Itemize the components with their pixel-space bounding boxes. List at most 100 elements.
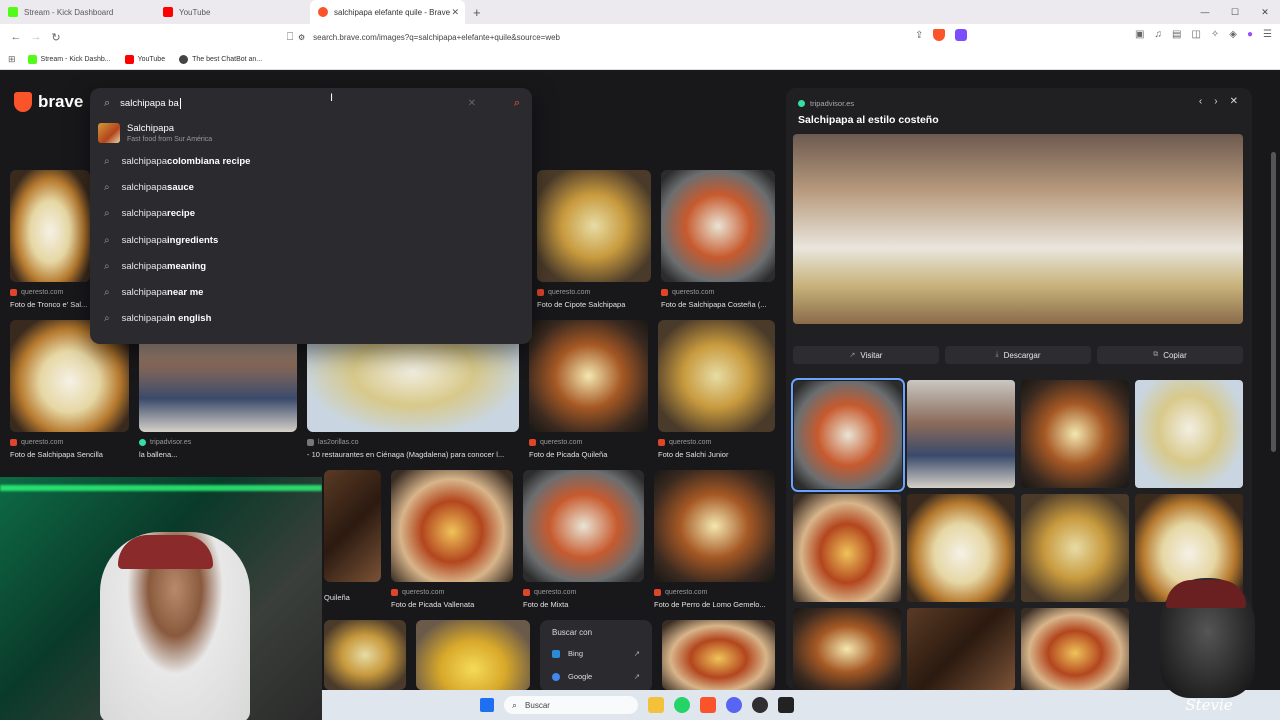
search-with-google[interactable]: Google ↗ bbox=[552, 672, 640, 681]
image-result[interactable] bbox=[662, 620, 775, 690]
image-result[interactable] bbox=[416, 620, 530, 690]
queresto-favicon-icon bbox=[654, 589, 661, 596]
clear-icon[interactable]: ✕ bbox=[468, 98, 476, 109]
tab-youtube[interactable]: YouTube bbox=[155, 0, 310, 24]
image-result[interactable]: queresto.com Foto de Cipote Salchipapa bbox=[537, 170, 651, 309]
reload-icon[interactable]: ↻ bbox=[46, 31, 66, 44]
maximize-icon[interactable]: ☐ bbox=[1220, 0, 1250, 24]
leo-icon[interactable]: ● bbox=[1247, 29, 1253, 40]
wallet-icon[interactable]: ◫ bbox=[1191, 29, 1200, 40]
whatsapp-icon[interactable] bbox=[674, 697, 690, 713]
related-thumbnail[interactable] bbox=[907, 380, 1015, 488]
related-thumbnail[interactable] bbox=[1135, 380, 1243, 488]
visit-button[interactable]: ↗ Visitar bbox=[793, 346, 939, 364]
close-window-icon[interactable]: ✕ bbox=[1250, 0, 1280, 24]
copy-button[interactable]: ⧉ Copiar bbox=[1097, 346, 1243, 364]
extensions-icon[interactable]: ✧ bbox=[1211, 29, 1219, 40]
image-result[interactable]: Quileña bbox=[324, 470, 381, 602]
image-result[interactable]: queresto.com Foto de Salchi Junior bbox=[658, 320, 775, 459]
related-thumbnail[interactable] bbox=[907, 494, 1015, 602]
minimize-icon[interactable]: — bbox=[1190, 0, 1220, 24]
share-icon[interactable]: ⇪ bbox=[915, 30, 923, 41]
suggestion-item[interactable]: ⌕ salchipapa colombiana recipe bbox=[90, 148, 532, 174]
suggestion-item[interactable]: ⌕ salchipapa near me bbox=[90, 279, 532, 305]
viewer-source[interactable]: tripadvisor.es bbox=[798, 99, 854, 108]
image-result[interactable]: queresto.com Foto de Picada Quileña bbox=[529, 320, 648, 459]
url-field[interactable]: ⚙ search.brave.com/images?q=salchipapa+e… bbox=[298, 27, 978, 47]
suggestion-completion: sauce bbox=[167, 181, 194, 193]
open-arrow-icon: ↗ bbox=[633, 649, 640, 658]
result-caption: Foto de Tronco e' Sal... bbox=[10, 300, 88, 309]
image-result[interactable] bbox=[324, 620, 406, 690]
bookmark-chatbot[interactable]: The best ChatBot an... bbox=[179, 55, 262, 64]
site-info-icon[interactable]: ⚙ bbox=[298, 33, 305, 42]
music-icon[interactable]: ♫ bbox=[1154, 29, 1162, 40]
related-thumbnail[interactable] bbox=[791, 378, 905, 492]
suggestion-item[interactable]: ⌕ salchipapa in english bbox=[90, 306, 532, 332]
suggestion-item[interactable]: ⌕ salchipapa meaning bbox=[90, 253, 532, 279]
brave-shields-icon[interactable] bbox=[933, 29, 946, 41]
image-result[interactable]: queresto.com Foto de Salchipapa Costeña … bbox=[661, 170, 775, 309]
tab-brave-search[interactable]: salchipapa elefante quile - Brave ✕ bbox=[310, 0, 465, 24]
suggestion-rich-salchipapa[interactable]: Salchipapa Fast food from Sur América bbox=[90, 118, 532, 148]
back-icon[interactable]: ← bbox=[6, 31, 26, 43]
search-with-bing[interactable]: Bing ↗ bbox=[552, 649, 640, 658]
viewer-main-image[interactable] bbox=[793, 134, 1243, 324]
obs-icon[interactable] bbox=[752, 697, 768, 713]
page-scrollbar[interactable] bbox=[1271, 152, 1276, 452]
related-thumbnail[interactable] bbox=[1021, 494, 1129, 602]
windows-start-icon[interactable] bbox=[480, 698, 494, 712]
text-caret bbox=[179, 97, 181, 109]
image-result[interactable]: queresto.com Foto de Mixta bbox=[523, 470, 644, 609]
close-viewer-icon[interactable]: ✕ bbox=[1230, 96, 1238, 107]
brave-rewards-icon[interactable] bbox=[955, 29, 968, 41]
suggestion-item[interactable]: ⌕ salchipapa ingredients bbox=[90, 227, 532, 253]
next-icon[interactable]: › bbox=[1214, 96, 1217, 107]
related-thumbnail[interactable] bbox=[907, 608, 1015, 690]
tab-close-icon[interactable]: ✕ bbox=[451, 7, 459, 18]
taskbar-search[interactable]: ⌕ Buscar bbox=[504, 696, 638, 714]
related-thumbnail[interactable] bbox=[1021, 608, 1129, 690]
related-thumbnail[interactable] bbox=[793, 608, 901, 690]
new-tab-icon[interactable]: + bbox=[473, 5, 481, 20]
youtube-favicon-icon bbox=[163, 7, 173, 17]
file-explorer-icon[interactable] bbox=[648, 697, 664, 713]
menu-icon[interactable]: ☰ bbox=[1263, 29, 1272, 40]
bookmark-youtube[interactable]: YouTube bbox=[124, 55, 165, 64]
reading-list-icon[interactable]: ▤ bbox=[1172, 29, 1181, 40]
bookmarks-bar: ⊞ Stream - Kick Dashb... YouTube The bes… bbox=[0, 50, 1280, 70]
previous-icon[interactable]: ‹ bbox=[1199, 96, 1202, 107]
suggestion-completion: in english bbox=[167, 313, 212, 325]
suggestion-item[interactable]: ⌕ salchipapa recipe bbox=[90, 201, 532, 227]
search-input[interactable]: ⌕ salchipapa ba ✕ ⌕ bbox=[90, 88, 532, 118]
suggestion-item[interactable]: ⌕ salchipapa sauce bbox=[90, 174, 532, 200]
sidebar-icon[interactable]: ▣ bbox=[1135, 29, 1144, 40]
suggestion-completion: near me bbox=[167, 287, 204, 299]
download-button[interactable]: ⤓ Descargar bbox=[945, 346, 1091, 364]
epic-games-icon[interactable] bbox=[778, 697, 794, 713]
related-thumbnail[interactable] bbox=[793, 494, 901, 602]
brave-taskbar-icon[interactable] bbox=[700, 697, 716, 713]
image-result[interactable]: queresto.com Foto de Perro de Lomo Gemel… bbox=[654, 470, 775, 609]
result-source: queresto.com bbox=[537, 289, 651, 296]
tab-label: YouTube bbox=[179, 7, 211, 17]
vpn-icon[interactable]: ◈ bbox=[1229, 29, 1237, 40]
kick-favicon-icon bbox=[8, 7, 18, 17]
result-caption: la ballena... bbox=[139, 450, 178, 459]
bookmark-icon[interactable]: ⎕ bbox=[280, 31, 300, 44]
forward-icon[interactable]: → bbox=[26, 31, 46, 43]
search-autocomplete: ⌕ salchipapa ba ✕ ⌕ Salchipapa Fast food… bbox=[90, 88, 532, 344]
related-thumbnail[interactable] bbox=[1021, 380, 1129, 488]
submit-search-icon[interactable]: ⌕ bbox=[514, 97, 520, 110]
tab-kick-dashboard[interactable]: Stream - Kick Dashboard bbox=[0, 0, 155, 24]
result-thumbnail bbox=[537, 170, 651, 282]
brave-logo[interactable]: brave bbox=[14, 92, 83, 112]
discord-icon[interactable] bbox=[726, 697, 742, 713]
apps-icon[interactable]: ⊞ bbox=[8, 54, 16, 65]
image-result[interactable]: queresto.com Foto de Picada Vallenata bbox=[391, 470, 513, 609]
image-result[interactable]: queresto.com Foto de Tronco e' Sal... bbox=[10, 170, 90, 309]
bookmark-kick[interactable]: Stream - Kick Dashb... bbox=[27, 55, 111, 64]
suggestion-completion: recipe bbox=[167, 208, 196, 220]
suggestion-base: salchipapa bbox=[121, 155, 168, 167]
brave-lion-icon bbox=[14, 92, 32, 112]
